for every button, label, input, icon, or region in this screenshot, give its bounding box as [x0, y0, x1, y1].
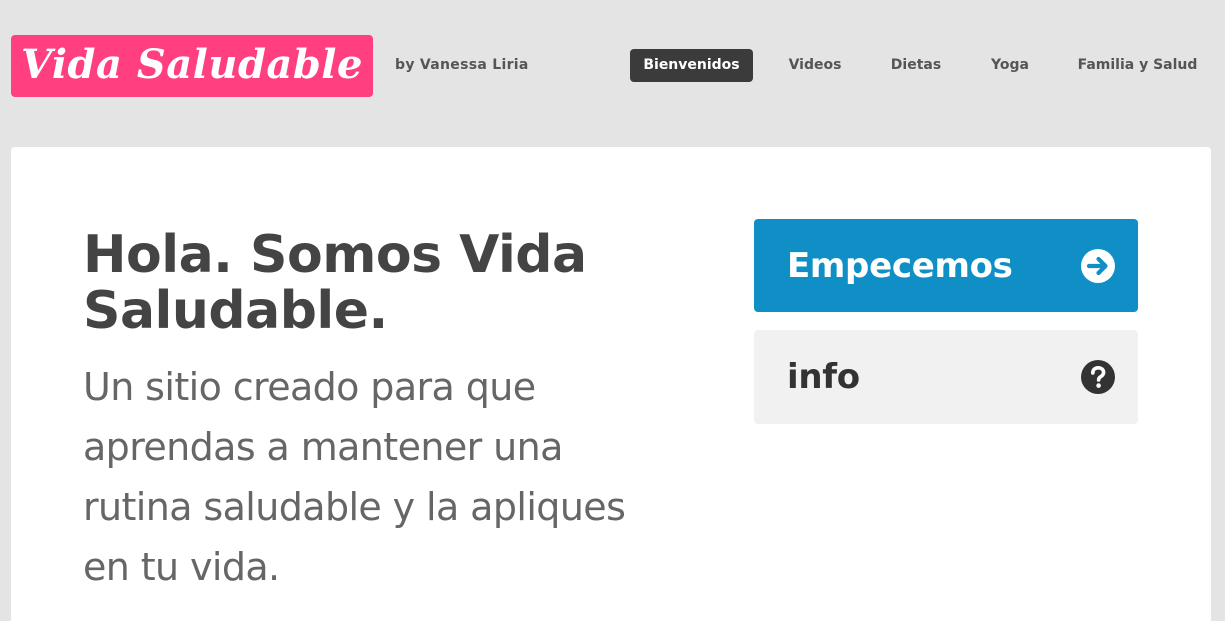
hero-title: Hola. Somos Vida Saludable. [83, 225, 587, 341]
nav-item-videos[interactable]: Videos [775, 49, 855, 82]
nav-item-yoga[interactable]: Yoga [977, 49, 1043, 82]
info-button[interactable]: info [754, 330, 1138, 424]
hero-panel: Hola. Somos Vida Saludable. Un sitio cre… [11, 147, 1211, 621]
question-circle-icon [1080, 359, 1116, 395]
hero-subtitle: Un sitio creado para que aprendas a mant… [83, 365, 626, 589]
nav-item-bienvenidos[interactable]: Bienvenidos [630, 49, 753, 82]
site-header: Vida Saludable by Vanessa Liria Bienveni… [0, 0, 1225, 146]
arrow-circle-right-icon [1080, 248, 1116, 284]
empecemos-button-label: Empecemos [787, 245, 1013, 286]
empecemos-button[interactable]: Empecemos [754, 219, 1138, 312]
main-nav: Bienvenidos Videos Dietas Yoga Familia y… [0, 49, 1225, 82]
nav-item-dietas[interactable]: Dietas [877, 49, 955, 82]
nav-item-familia-y-salud[interactable]: Familia y Salud [1065, 49, 1210, 82]
info-button-label: info [787, 357, 860, 397]
